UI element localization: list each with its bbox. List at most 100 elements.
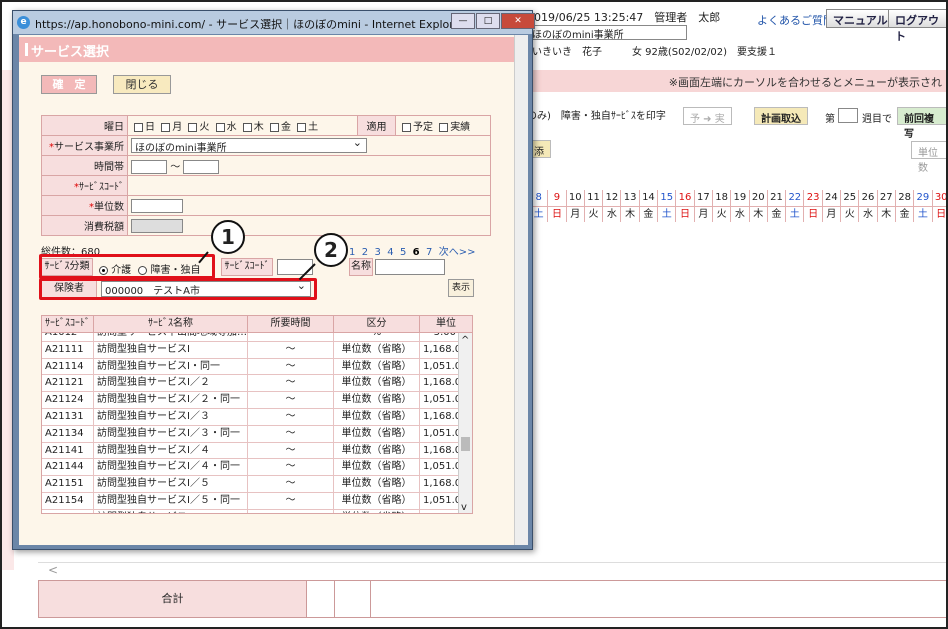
calendar-day: 29 土 xyxy=(914,190,933,222)
service-table-header: ｻｰﾋﾞｽｺｰﾄﾞ ｻｰﾋﾞｽ名称 所要時間 区分 単位 xyxy=(41,315,473,333)
close-button[interactable]: 閉じる xyxy=(113,75,171,94)
office-dropdown[interactable]: ほのぼのmini事業所 xyxy=(131,136,367,154)
calendar-day: 15 土 xyxy=(658,190,677,222)
checkbox-sat[interactable] xyxy=(297,122,307,132)
table-row[interactable]: A21154訪問型独自サービスⅠ／５・同一〜単位数（省略）1,051.00 xyxy=(42,492,472,510)
table-row[interactable]: A21124訪問型独自サービスⅠ／２・同一〜単位数（省略）1,051.00 xyxy=(42,392,472,409)
checkbox-wed[interactable] xyxy=(215,122,225,132)
ie-icon: e xyxy=(17,16,30,29)
office-label: *サービス事業所 xyxy=(41,135,128,156)
code-label: *ｻｰﾋﾞｽｺｰﾄﾞ xyxy=(41,175,128,196)
logout-button[interactable]: ログアウト xyxy=(888,9,948,43)
col-time: 所要時間 xyxy=(248,316,334,332)
cell-name: 訪問型独自サービスⅠ／４・同一 xyxy=(94,459,248,476)
week-input[interactable] xyxy=(838,108,858,123)
col-unit: 単位 xyxy=(436,318,456,329)
col-category: 区分 xyxy=(334,316,420,332)
cell-code: A21134 xyxy=(42,425,94,442)
checkbox-fri[interactable] xyxy=(269,122,279,132)
cell-unit: 1,168.00 xyxy=(420,442,460,459)
calendar-day: 17 月 xyxy=(694,190,713,222)
scroll-up-arrow[interactable]: ^ xyxy=(461,335,469,346)
checkbox-sun[interactable] xyxy=(134,122,143,132)
page-link[interactable]: 4 xyxy=(387,247,393,258)
checkbox-mon[interactable] xyxy=(161,122,171,132)
table-row[interactable]: A21144訪問型独自サービスⅠ／４・同一〜単位数（省略）1,051.00 xyxy=(42,459,472,477)
cell-time: 〜 xyxy=(248,408,334,425)
minimize-button[interactable]: — xyxy=(451,13,475,29)
cell-name: 訪問型独自サービスⅠ／５・同一 xyxy=(94,492,248,509)
cell-name: 訪問型独自サービスⅠ／４ xyxy=(94,442,248,459)
show-button[interactable]: 表示 xyxy=(448,279,474,297)
page-link[interactable]: 2 xyxy=(362,247,368,258)
units-input[interactable] xyxy=(131,198,183,213)
scroll-down-arrow[interactable]: v xyxy=(461,502,467,513)
calendar-day: 28 金 xyxy=(895,190,915,222)
calendar-day: 9日 xyxy=(548,190,567,222)
cell-unit: 1,051.00 xyxy=(420,425,460,442)
horizontal-scrollbar[interactable]: < xyxy=(38,562,948,580)
faq-link[interactable]: よくあるご質問 xyxy=(757,12,834,28)
service-select-window: e https://ap.honobono-mini.com/ - サービス選択… xyxy=(12,10,535,550)
table-row[interactable]: A21134訪問型独自サービスⅠ／３・同一〜単位数（省略）1,051.00 xyxy=(42,425,472,443)
cell-code: A21151 xyxy=(42,476,94,492)
maximize-button[interactable]: □ xyxy=(476,13,500,29)
table-row[interactable]: A21151訪問型独自サービスⅠ／５〜単位数（省略）1,168.00 xyxy=(42,476,472,493)
unit-count-button[interactable]: 単位数 xyxy=(911,141,948,174)
scroll-left-arrow[interactable]: < xyxy=(48,563,58,577)
cell-unit: 1,168.00 xyxy=(420,476,460,492)
checkbox-planned[interactable] xyxy=(402,122,411,132)
next-page-link[interactable]: 次へ>> xyxy=(439,247,476,258)
col-code: ｻｰﾋﾞｽｺｰﾄﾞ xyxy=(42,316,94,332)
page-link[interactable]: 5 xyxy=(400,247,406,258)
checkbox-thu[interactable] xyxy=(242,122,252,132)
cell-time: 〜 xyxy=(248,492,334,509)
table-row[interactable]: A21131訪問型独自サービスⅠ／３〜単位数（省略）1,168.00 xyxy=(42,408,472,426)
print-option[interactable]: のみ) 障害・独自ｻｰﾋﾞｽを印字 xyxy=(527,107,666,122)
window-scrollbar[interactable] xyxy=(514,35,528,545)
name-input[interactable] xyxy=(375,259,445,275)
cell-unit: 1,168.00 xyxy=(420,408,460,425)
time-to-input[interactable] xyxy=(183,159,220,174)
table-row[interactable]: A21211訪問型独自サービスⅡ〜単位数（省略）2,335.00 xyxy=(42,509,472,513)
page-link[interactable]: 1 xyxy=(349,247,355,258)
time-from-input[interactable] xyxy=(131,159,167,174)
callout-1: 1 xyxy=(211,220,245,254)
cell-category: 単位数（省略） xyxy=(334,442,420,459)
calendar-day: 23 日 xyxy=(804,190,823,222)
copy-previous-button[interactable]: 前回複写 xyxy=(897,107,948,140)
cell-code: A21141 xyxy=(42,442,94,459)
time-separator: 〜 xyxy=(170,161,181,173)
manual-button[interactable]: マニュアル xyxy=(826,9,895,28)
calendar-day: 30 日 xyxy=(932,190,948,222)
page-link[interactable]: 3 xyxy=(374,247,380,258)
checkbox-tue[interactable] xyxy=(188,122,198,132)
cell-category: 単位数（省略） xyxy=(334,392,420,408)
cell-category: 単位数（省略） xyxy=(334,425,420,442)
checkbox-actual[interactable] xyxy=(439,122,449,132)
import-plan-button[interactable]: 計画取込 xyxy=(754,107,808,125)
plan-to-actual-button[interactable]: 予 ➜ 実 xyxy=(683,107,732,125)
page-link[interactable]: 7 xyxy=(426,247,432,258)
table-row[interactable]: A21141訪問型独自サービスⅠ／４〜単位数（省略）1,168.00 xyxy=(42,442,472,460)
cell-code: A21131 xyxy=(42,408,94,425)
window-titlebar[interactable]: e https://ap.honobono-mini.com/ - サービス選択… xyxy=(13,11,535,34)
confirm-button[interactable]: 確 定 xyxy=(41,75,97,94)
table-row[interactable]: A1012 訪問型サービス中山間地域等加…% 5.00 xyxy=(42,333,472,342)
cell-name: 訪問型独自サービスⅠ／２ xyxy=(94,375,248,392)
scroll-thumb[interactable] xyxy=(461,437,470,451)
current-page: 6 xyxy=(412,247,420,258)
calendar-day: 25 火 xyxy=(841,190,860,222)
table-row[interactable]: A21114訪問型独自サービスⅠ・同一〜単位数（省略）1,051.00 xyxy=(42,358,472,376)
calendar-day: 27 木 xyxy=(877,190,896,222)
highlight-box-2 xyxy=(39,278,317,300)
apply-label: 適用 xyxy=(357,115,396,136)
table-row[interactable]: A21121訪問型独自サービスⅠ／２〜単位数（省略）1,168.00 xyxy=(42,375,472,393)
cell-time: 〜 xyxy=(248,509,334,513)
table-scrollbar[interactable]: ^ v xyxy=(458,333,472,513)
table-row[interactable]: A21111訪問型独自サービスⅠ〜単位数（省略）1,168.00 xyxy=(42,341,472,359)
weekday-label: 曜日 xyxy=(41,115,128,136)
close-window-button[interactable]: ✕ xyxy=(501,13,535,29)
office-select[interactable]: ほのぼのmini事業所 xyxy=(527,25,687,41)
cell-code: A21111 xyxy=(42,341,94,358)
